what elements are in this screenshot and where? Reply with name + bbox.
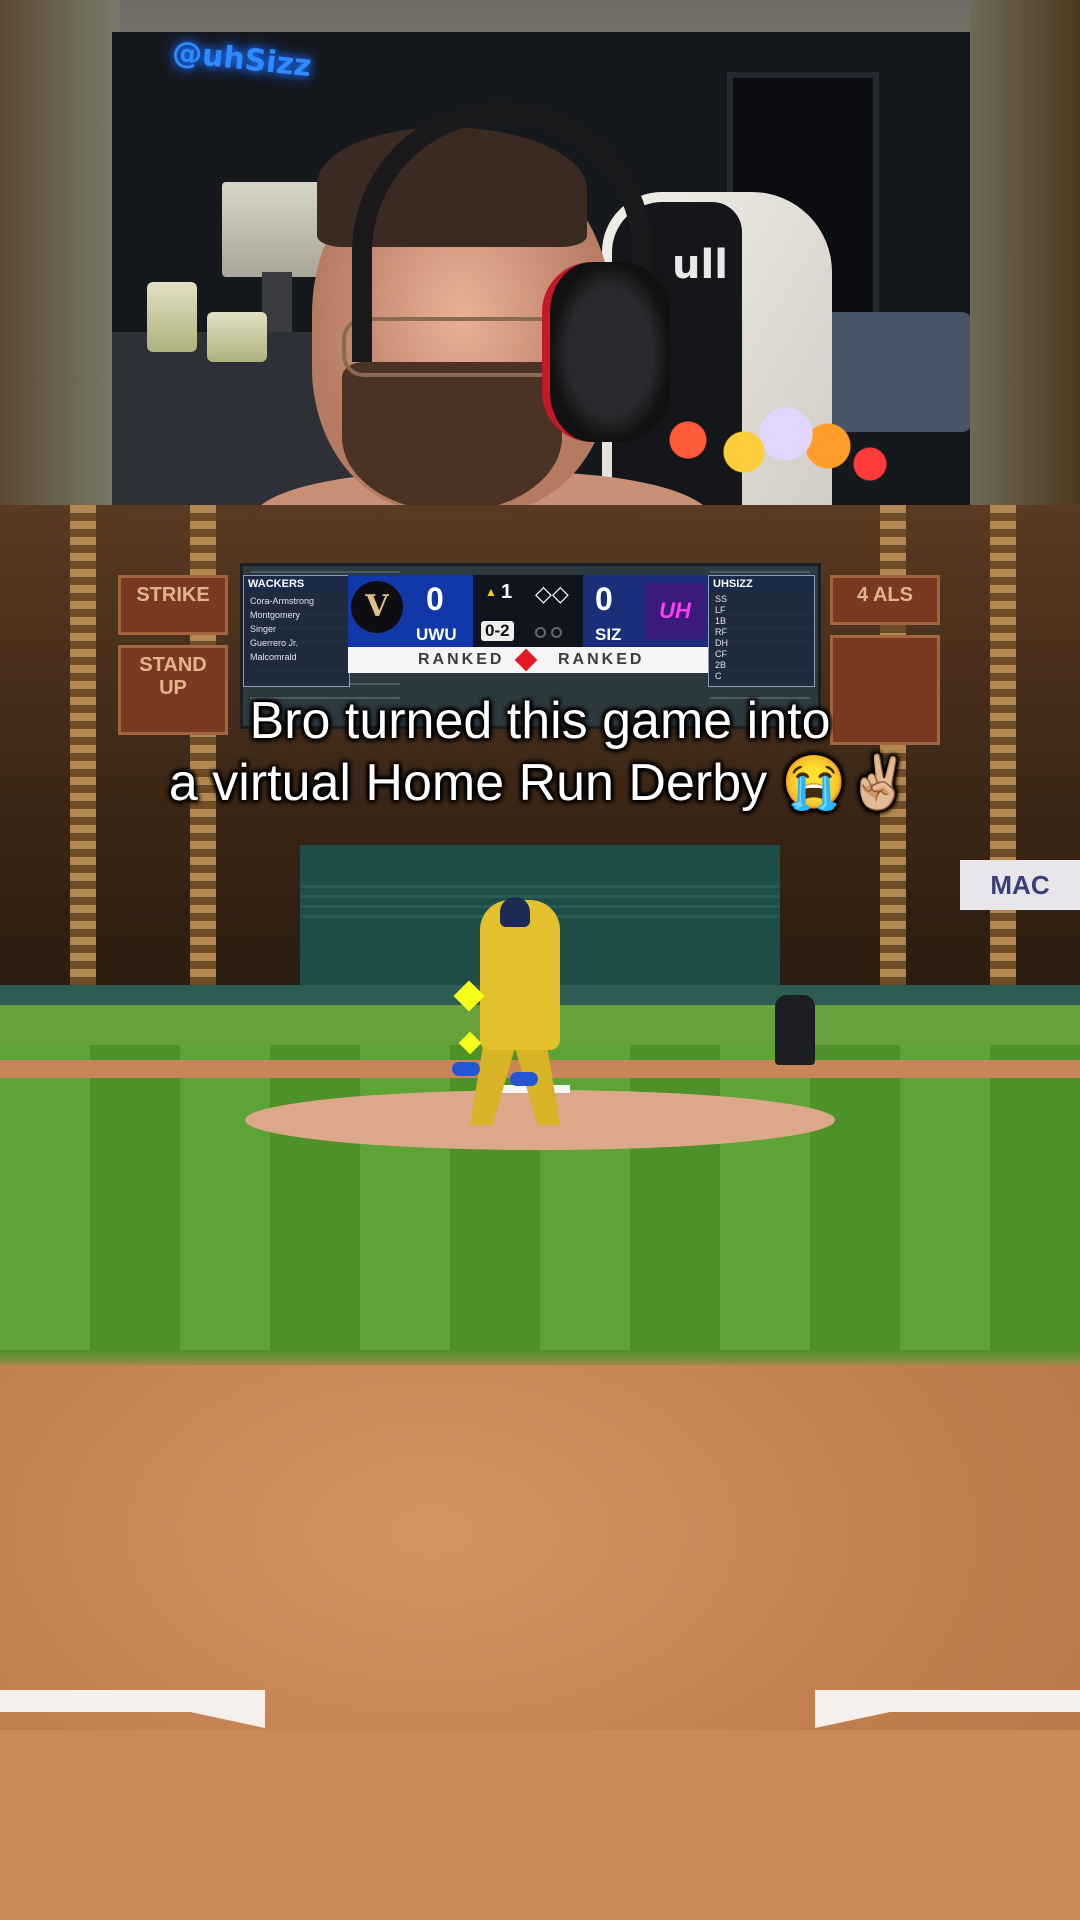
pitch-count: 0-2	[481, 621, 514, 641]
pitcher-shoe	[510, 1072, 538, 1086]
score-bug: V 0 UWU ▲ 1 ◇◇ 0-2 0 SIZ UH	[348, 575, 708, 647]
jar	[147, 282, 197, 352]
lamp-shade	[222, 182, 332, 277]
game-state: ▲ 1 ◇◇ 0-2	[473, 575, 583, 647]
ranked-label-left: RANKED	[418, 651, 505, 668]
lineup-entry: Guerrero Jr.	[250, 638, 299, 648]
away-team-block: V 0 UWU	[348, 575, 473, 647]
lineup-entry: CF	[715, 649, 727, 659]
lineup-entry: 1B	[715, 616, 727, 626]
webcam-feed: @uhSizz ull	[112, 32, 970, 572]
lineup-entry: SS	[715, 594, 728, 604]
lineup-entry: 2B	[715, 660, 727, 670]
headset-earcup	[542, 262, 670, 442]
away-score: 0	[426, 581, 444, 617]
home-lineup-title: UHSIZZ	[709, 576, 814, 592]
streamer-beard	[342, 362, 562, 512]
lineup-entry: DH	[715, 638, 728, 648]
bottom-band	[0, 1730, 1080, 1920]
away-team-abbr: UWU	[416, 625, 457, 644]
lineup-entry: Singer	[250, 624, 277, 634]
chair-logo-text: ull	[672, 242, 728, 288]
video-caption: Bro turned this game into a virtual Home…	[0, 690, 1080, 814]
caption-line-1: Bro turned this game into	[249, 692, 831, 750]
jar	[207, 312, 267, 362]
stadium-ad: STRIKE	[118, 575, 228, 635]
inning: 1	[501, 581, 513, 603]
pitcher-shoe	[452, 1062, 480, 1076]
home-score: 0	[595, 581, 613, 617]
lineup-entry: LF	[715, 605, 726, 615]
inning-arrow-icon: ▲	[485, 585, 497, 599]
scoreboard: WACKERS Cora-Armstrong Montgomery Singer…	[243, 575, 815, 687]
umpire	[775, 995, 815, 1065]
neon-sign: @uhSizz	[170, 34, 313, 85]
caption-line-2: a virtual Home Run Derby 😭✌🏼	[168, 754, 912, 812]
home-team-abbr: SIZ	[595, 625, 622, 644]
home-team-logo: UH	[645, 583, 705, 639]
mac-sign: MAC	[960, 860, 1080, 910]
ranked-gem-icon	[514, 648, 538, 672]
lineup-entry: RF	[715, 627, 727, 637]
away-lineup-panel: WACKERS Cora-Armstrong Montgomery Singer…	[243, 575, 350, 687]
lineup-entry: C	[715, 671, 722, 681]
out-indicator-icon	[535, 627, 546, 638]
lineup-entry: Malcomrald	[250, 652, 297, 662]
pitcher-cap	[500, 897, 530, 927]
out-indicator-icon	[551, 627, 562, 638]
away-lineup-title: WACKERS	[244, 576, 349, 592]
lineup-entry: Cora-Armstrong	[250, 596, 315, 606]
ranked-bar: RANKED RANKED	[348, 647, 708, 673]
stadium-ad: 4 ALS	[830, 575, 940, 625]
lineup-entry: Montgomery	[250, 610, 301, 620]
bases-icon: ◇◇	[535, 581, 569, 606]
away-team-logo: V	[351, 581, 403, 633]
home-team-block: 0 SIZ UH	[583, 575, 708, 647]
ranked-label-right: RANKED	[558, 651, 645, 668]
home-lineup-panel: UHSIZZ SS LF 1B RF DH CF 2B C	[708, 575, 815, 687]
